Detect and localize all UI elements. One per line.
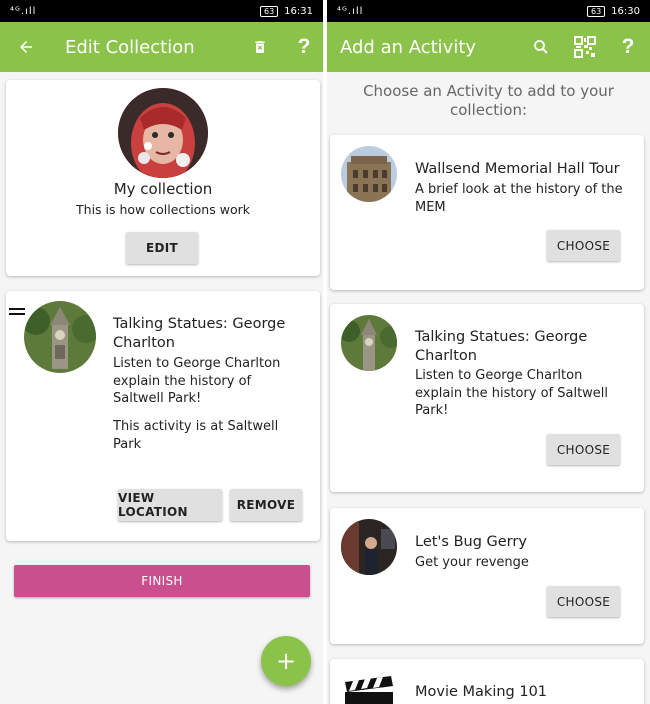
delete-button[interactable] <box>246 22 274 72</box>
page-title: Add an Activity <box>340 36 477 58</box>
qr-code-icon <box>574 36 596 58</box>
activity-card: Let's Bug Gerry Get your revenge CHOOSE <box>330 508 644 644</box>
app-bar: Edit Collection ? <box>0 22 323 72</box>
clapperboard-icon <box>341 670 397 704</box>
collection-description: This is how collections work <box>76 202 250 217</box>
activity-card: Talking Statues: George Charlton Listen … <box>6 291 320 541</box>
clock: 16:30 <box>611 5 640 17</box>
status-bar: ⁴ᴳ.ıll 63 16:30 <box>327 0 650 22</box>
battery-indicator: 63 <box>259 5 279 17</box>
collection-name: My collection <box>113 180 213 198</box>
collection-avatar <box>118 88 208 178</box>
back-button[interactable] <box>8 22 44 72</box>
activity-location-text: This activity is at Saltwell Park <box>113 419 279 452</box>
activity-card: Talking Statues: George Charlton Listen … <box>330 304 644 492</box>
remove-button[interactable]: REMOVE <box>230 489 302 521</box>
activity-avatar <box>341 519 397 575</box>
delete-icon <box>255 41 265 53</box>
activity-avatar <box>341 315 397 371</box>
choose-prompt: Choose an Activity to add to your collec… <box>363 82 614 119</box>
activity-card: Wallsend Memorial Hall Tour A brief look… <box>330 135 644 290</box>
add-icon: + <box>275 647 297 675</box>
search-button[interactable] <box>527 22 555 72</box>
activity-title: Wallsend Memorial Hall Tour <box>415 161 620 177</box>
activity-avatar <box>341 146 397 202</box>
add-activity-screen: ⁴ᴳ.ıll 63 16:30 Add an Activity ? Choose… <box>327 0 650 704</box>
app-bar: Add an Activity ? <box>327 22 650 72</box>
activity-avatar <box>24 301 96 373</box>
activity-card: Movie Making 101 <box>330 659 644 704</box>
help-button[interactable]: ? <box>290 22 318 72</box>
battery-indicator: 63 <box>586 5 606 17</box>
qr-scan-button[interactable] <box>571 22 599 72</box>
help-icon: ? <box>297 35 311 58</box>
activity-description: Listen to George Charlton explain the hi… <box>415 368 609 418</box>
activity-description: Listen to George Charlton explain the hi… <box>113 356 281 406</box>
search-icon <box>534 40 548 54</box>
choose-button[interactable]: CHOOSE <box>547 586 620 617</box>
activity-title: Movie Making 101 <box>415 684 548 700</box>
back-arrow-icon <box>20 41 32 53</box>
help-button[interactable]: ? <box>614 22 642 72</box>
edit-collection-screen: ⁴ᴳ.ıll 63 16:31 Edit Collection ? My col… <box>0 0 323 704</box>
edit-button[interactable]: EDIT <box>126 232 198 264</box>
activity-description: A brief look at the history of the MEM <box>415 182 623 215</box>
activity-title: Talking Statues: George Charlton <box>113 316 286 351</box>
finish-button[interactable]: FINISH <box>14 565 310 597</box>
activity-title: Let's Bug Gerry <box>415 534 527 550</box>
signal-indicator: ⁴ᴳ.ıll <box>10 5 37 17</box>
choose-button[interactable]: CHOOSE <box>547 230 620 261</box>
activity-title: Talking Statues: George Charlton <box>415 329 588 364</box>
add-activity-fab[interactable]: + <box>261 636 311 686</box>
clock: 16:31 <box>284 5 313 17</box>
help-icon: ? <box>621 35 635 58</box>
activity-description: Get your revenge <box>415 555 529 570</box>
status-bar: ⁴ᴳ.ıll 63 16:31 <box>0 0 323 22</box>
page-title: Edit Collection <box>65 36 195 58</box>
collection-card: My collection This is how collections wo… <box>6 80 320 276</box>
view-location-button[interactable]: VIEW LOCATION <box>118 489 222 521</box>
signal-indicator: ⁴ᴳ.ıll <box>337 5 364 17</box>
choose-button[interactable]: CHOOSE <box>547 434 620 465</box>
drag-handle-icon[interactable] <box>9 307 25 317</box>
